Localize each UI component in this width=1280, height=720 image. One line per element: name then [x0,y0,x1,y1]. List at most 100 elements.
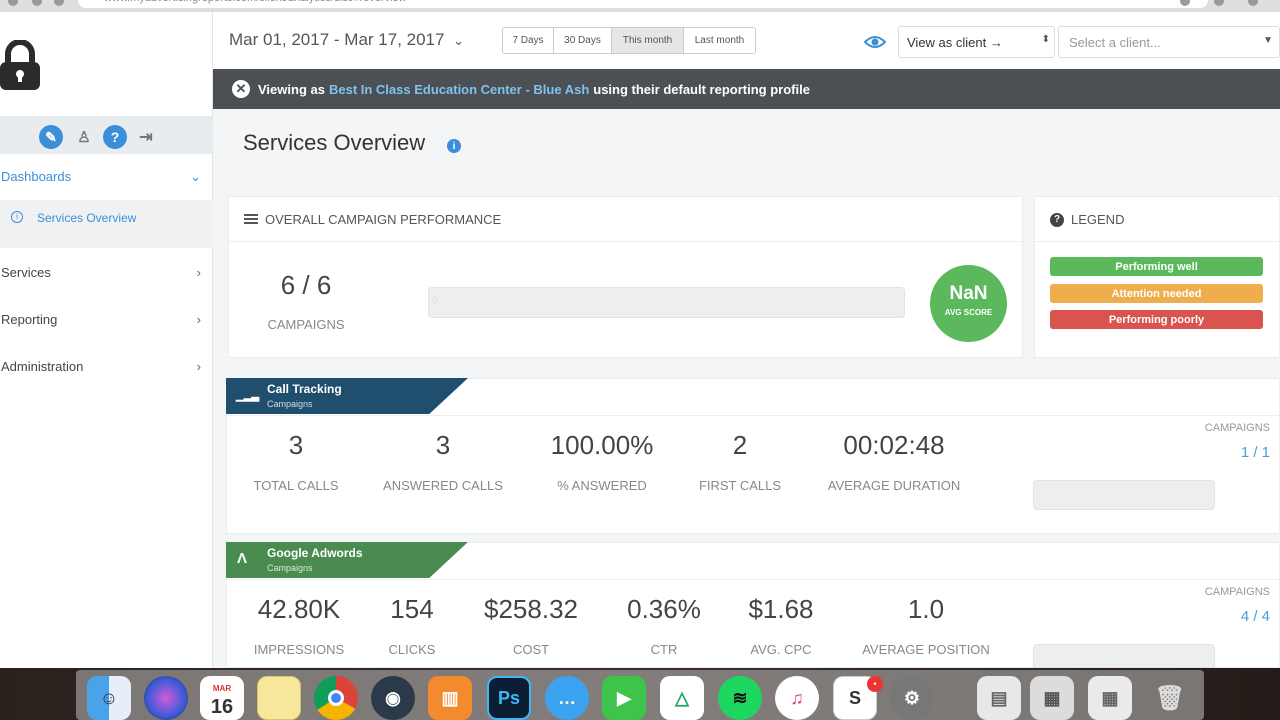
impressions-value: 42.80K [257,594,341,624]
reload-icon[interactable] [54,0,64,6]
quicktime-icon[interactable]: ◉ [371,676,415,720]
trash-icon[interactable]: 🗑 [1148,676,1192,720]
sidebar-item-services-overview[interactable]: Services Overview [37,211,136,225]
ctr-label: CTR [650,642,678,657]
help-icon[interactable]: ? [103,125,127,149]
sidebar-item-label: Administration [1,358,84,374]
sidebar-item-dashboards[interactable]: Dashboards ⌄ [0,156,213,196]
dashboards-submenu: i Services Overview [0,200,213,248]
legend-performing-well: Performing well [1050,257,1263,276]
avg-score-value: NaN [949,283,988,304]
sidebar-item-label: Services [1,264,51,280]
photoshop-icon[interactable]: Ps [487,676,531,720]
eye-icon[interactable] [864,35,886,49]
average-position-label: AVERAGE POSITION [862,642,990,657]
documents-stack-icon[interactable]: ▤ [977,676,1021,720]
google-drive-icon[interactable]: △ [660,676,704,720]
notes-icon[interactable] [257,676,301,720]
forward-icon[interactable] [32,0,42,6]
average-position-value: 1.0 [907,594,945,624]
total-calls-label: TOTAL CALLS [253,478,339,493]
range-last-month-button[interactable]: Last month [683,27,756,54]
percent-answered-label: % ANSWERED [557,478,647,493]
cost-value: $258.32 [484,594,578,624]
clicks-value: 154 [390,594,434,624]
client-select[interactable]: Select a client... ▼ [1058,26,1280,58]
notification-badge: • [867,676,883,692]
downloads-stack-icon[interactable]: ▦ [1030,676,1074,720]
chevron-down-icon: ⌄ [453,33,465,48]
range-7-days-button[interactable]: 7 Days [502,27,554,54]
address-bar[interactable]: www.myadvertisingreports.com/client/anal… [78,0,1208,8]
total-calls-value: 3 [288,430,304,460]
screenshot-stack-icon[interactable]: ▦ [1088,676,1132,720]
system-preferences-icon[interactable]: ⚙ [890,676,934,720]
avg-score-label: AVG SCORE [944,308,993,317]
sidebar-item-administration[interactable]: Administration › [0,346,213,386]
logout-icon[interactable]: ⇥ [134,125,158,149]
extension-icon[interactable] [1214,0,1224,6]
call-tracking-campaigns-count: 1 / 1 [1240,444,1270,461]
legend-performing-poorly: Performing poorly [1050,310,1263,329]
call-tracking-title: Call Tracking [267,382,342,396]
calendar-icon[interactable]: MAR 16 [200,676,244,720]
adwords-bar [1033,644,1215,668]
sidebar-item-services[interactable]: Services › [0,252,213,292]
date-range-label: Mar 01, 2017 - Mar 17, 2017 [229,30,445,49]
close-icon[interactable]: ✕ [232,80,250,98]
plugin-icon[interactable]: ✎ [39,125,63,149]
cost-label: COST [512,642,550,657]
impressions-label: IMPRESSIONS [253,642,345,657]
question-icon: ? [1050,213,1064,227]
browser-menu-icon[interactable] [1248,0,1258,6]
overall-performance-heading: OVERALL CAMPAIGN PERFORMANCE [265,212,502,227]
ibooks-icon[interactable]: ▥ [428,676,472,720]
call-tracking-tab[interactable]: ▁▂▃ Call Tracking Campaigns [226,378,468,414]
section-divider [227,579,1279,580]
lock-logo-icon [0,40,40,90]
call-tracking-campaigns-label: CAMPAIGNS [1204,422,1270,434]
back-icon[interactable] [8,0,18,6]
chevron-right-icon: › [196,312,201,327]
adwords-logo-icon: Λ [237,550,248,567]
sidebar-item-reporting[interactable]: Reporting › [0,299,213,339]
sidebar-icon-row: ✎ ♙ ? ⇥ [0,116,213,154]
google-adwords-tab[interactable]: Λ Google Adwords Campaigns [226,542,468,578]
performance-bar-value: 0 [432,296,438,307]
performance-bar: 0 [428,287,905,318]
section-divider [227,415,1279,416]
finder-icon[interactable]: ☺ [87,676,131,720]
legend-attention-needed: Attention needed [1050,284,1263,303]
chrome-icon[interactable] [314,676,358,720]
itunes-icon[interactable]: ♫ [775,676,819,720]
sidebar-item-label: Dashboards [1,168,72,184]
view-as-select[interactable]: View as client → ⬍ [898,26,1055,58]
banner-client-link[interactable]: Best In Class Education Center - Blue As… [329,82,589,97]
date-range-picker[interactable]: Mar 01, 2017 - Mar 17, 2017 ⌄ [229,30,464,50]
page-title: Services Overview [243,130,426,155]
user-settings-icon[interactable]: ♙ [72,125,96,149]
info-icon[interactable]: i [447,139,461,153]
adwords-campaigns-label: CAMPAIGNS [1204,586,1270,598]
range-30-days-button[interactable]: 30 Days [553,27,612,54]
chevron-right-icon: › [196,265,201,280]
avg-cpc-label: AVG. CPC [750,642,812,657]
range-this-month-button[interactable]: This month [611,27,684,54]
client-select-placeholder: Select a client... [1069,35,1161,50]
messages-icon[interactable]: … [545,676,589,720]
card-divider [229,241,1022,242]
call-tracking-bar [1033,480,1215,510]
avg-score-badge: NaN AVG SCORE [930,265,1007,342]
select-arrows-icon: ⬍ [1041,34,1050,45]
chevron-right-icon: › [196,359,201,374]
siri-icon[interactable] [144,676,188,720]
chevron-down-icon: ▼ [1263,35,1273,46]
campaigns-count: 6 / 6 [280,270,332,300]
list-icon [244,214,258,226]
banner-suffix: using their default reporting profile [593,81,810,97]
facetime-icon[interactable]: ▶ [602,676,646,720]
info-circle-icon: i [11,211,23,223]
banner-prefix: Viewing as [258,81,325,97]
spotify-icon[interactable]: ≋ [718,676,762,720]
first-calls-value: 2 [732,430,748,460]
